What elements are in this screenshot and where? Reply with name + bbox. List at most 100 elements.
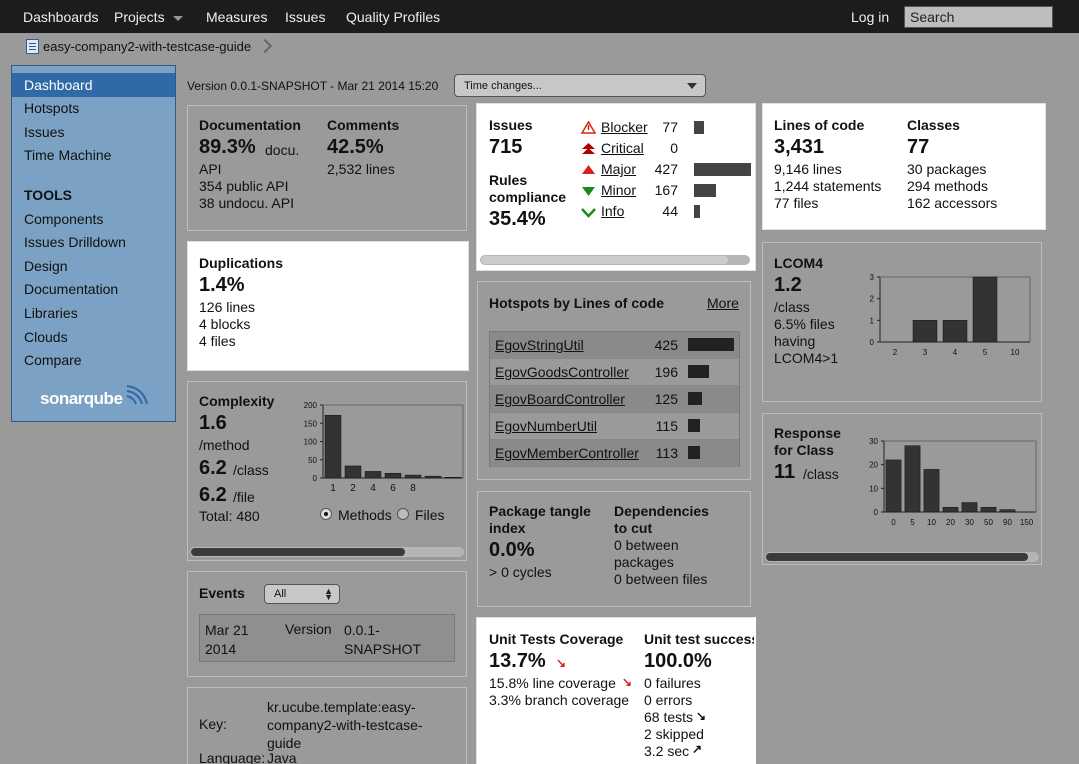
loc-files[interactable]: 77 files — [774, 195, 818, 211]
trend-down-red-icon: ↘ — [556, 656, 567, 670]
test-errors[interactable]: 0 errors — [644, 692, 692, 708]
comment-lines[interactable]: 2,532 lines — [327, 161, 395, 177]
lcom4-distribution-chart: 0 1 2 3 2 3 4 5 10 — [870, 273, 1031, 357]
minor-icon — [581, 184, 596, 197]
search-input[interactable] — [904, 6, 1053, 28]
severity-critical-link[interactable]: Critical — [601, 140, 644, 156]
sidebar-item-compare[interactable]: Compare — [24, 352, 82, 368]
duplicated-blocks[interactable]: 4 blocks — [199, 316, 250, 332]
dependencies-packages[interactable]: 0 between packages — [614, 537, 704, 571]
classes-methods[interactable]: 294 methods — [907, 178, 988, 194]
severity-minor-count[interactable]: 167 — [642, 182, 678, 198]
chart-bar — [912, 320, 938, 343]
classes-accessors[interactable]: 162 accessors — [907, 195, 997, 211]
coverage-title: Unit Tests Coverage — [489, 631, 624, 647]
severity-blocker-link[interactable]: Blocker — [601, 119, 648, 135]
severity-info-link[interactable]: Info — [601, 203, 624, 219]
chart-x-tick-label: 4 — [953, 348, 958, 357]
issues-count[interactable]: 715 — [489, 136, 522, 159]
radio-files[interactable] — [397, 508, 409, 520]
nav-measures[interactable]: Measures — [206, 9, 267, 25]
complexity-file-value[interactable]: 6.2 — [199, 484, 227, 507]
classes-value[interactable]: 77 — [907, 136, 929, 159]
branch-coverage[interactable]: 3.3% branch coverage — [489, 692, 629, 708]
hotspot-file-link[interactable]: EgovNumberUtil — [495, 418, 597, 434]
loc-value[interactable]: 3,431 — [774, 136, 824, 159]
test-count[interactable]: 68 tests — [644, 709, 693, 725]
sidebar-item-dashboard[interactable]: Dashboard — [24, 77, 93, 93]
top-navigation-bar: Dashboards Projects Measures Issues Qual… — [0, 0, 1079, 33]
radio-files-label: Files — [415, 507, 445, 523]
complexity-distribution-chart: 0 50 100 150 200 1 2 4 6 8 — [304, 401, 464, 494]
dependencies-files[interactable]: 0 between files — [614, 571, 707, 587]
sidebar-item-components[interactable]: Components — [24, 211, 103, 227]
complexity-scrollbar[interactable] — [191, 548, 405, 556]
time-changes-select[interactable]: Time changes... — [454, 74, 706, 97]
hotspot-file-link[interactable]: EgovMemberController — [495, 445, 639, 461]
severity-blocker-count[interactable]: 77 — [642, 119, 678, 135]
sidebar-item-time-machine[interactable]: Time Machine — [24, 147, 111, 163]
duplications-pct[interactable]: 1.4% — [199, 274, 245, 297]
rules-compliance-value[interactable]: 35.4% — [489, 208, 546, 231]
line-coverage[interactable]: 15.8% line coverage — [489, 675, 616, 691]
sidebar-item-libraries[interactable]: Libraries — [24, 305, 78, 321]
sidebar-item-clouds[interactable]: Clouds — [24, 329, 68, 345]
severity-minor-link[interactable]: Minor — [601, 182, 636, 198]
chart-bar — [972, 276, 998, 343]
events-filter-select[interactable]: All ▲ ▼ — [264, 584, 340, 604]
loc-statements[interactable]: 1,244 statements — [774, 178, 881, 194]
severity-info-bar — [694, 205, 700, 218]
sidebar-item-issues[interactable]: Issues — [24, 124, 64, 140]
comments-pct[interactable]: 42.5% — [327, 136, 384, 159]
test-skipped[interactable]: 2 skipped — [644, 726, 704, 742]
login-link[interactable]: Log in — [851, 9, 889, 25]
nav-dashboards[interactable]: Dashboards — [23, 9, 99, 25]
duplicated-lines[interactable]: 126 lines — [199, 299, 255, 315]
loc-lines[interactable]: 9,146 lines — [774, 161, 842, 177]
chart-y-tick-label: 0 — [313, 474, 318, 483]
public-api[interactable]: 354 public API — [199, 178, 289, 194]
chart-x-tick-label: 2 — [893, 348, 898, 357]
hotspots-more-link[interactable]: More — [707, 295, 739, 311]
tangle-pct[interactable]: 0.0% — [489, 539, 535, 562]
test-failures[interactable]: 0 failures — [644, 675, 701, 691]
lcom4-files-pct[interactable]: 6.5% files — [774, 316, 835, 332]
chart-x-tick-label: 0 — [891, 518, 896, 527]
test-duration[interactable]: 3.2 sec — [644, 743, 689, 759]
coverage-pct[interactable]: 13.7% — [489, 650, 546, 673]
rfc-value[interactable]: 11 — [774, 461, 795, 484]
complexity-class-value[interactable]: 6.2 — [199, 457, 227, 480]
sidebar-item-design[interactable]: Design — [24, 258, 68, 274]
sidebar-item-hotspots[interactable]: Hotspots — [24, 100, 79, 116]
hotspot-file-link[interactable]: EgovStringUtil — [495, 337, 584, 353]
undocumented-api[interactable]: 38 undocu. API — [199, 195, 294, 211]
hotspot-value: 196 — [654, 364, 678, 380]
severity-critical-count[interactable]: 0 — [642, 140, 678, 156]
documentation-pct[interactable]: 89.3% — [199, 136, 256, 159]
complexity-method-value[interactable]: 1.6 — [199, 412, 227, 435]
nav-quality-profiles[interactable]: Quality Profiles — [346, 9, 440, 25]
duplicated-files[interactable]: 4 files — [199, 333, 236, 349]
sidebar-item-documentation[interactable]: Documentation — [24, 281, 118, 297]
breadcrumb-project[interactable]: easy-company2-with-testcase-guide — [43, 39, 251, 54]
chart-x-tick-label: 10 — [1011, 348, 1020, 357]
hotspot-bar — [688, 419, 700, 432]
hotspot-file-link[interactable]: EgovBoardController — [495, 391, 625, 407]
tangle-cycles[interactable]: > 0 cycles — [489, 564, 552, 580]
coverage-right-edge — [754, 617, 756, 764]
rfc-scrollbar[interactable] — [766, 553, 1028, 561]
hotspot-value: 115 — [655, 418, 678, 434]
classes-packages[interactable]: 30 packages — [907, 161, 986, 177]
issues-scrollbar[interactable] — [481, 256, 728, 264]
severity-major-link[interactable]: Major — [601, 161, 636, 177]
sidebar-item-issues-drilldown[interactable]: Issues Drilldown — [24, 234, 126, 250]
severity-info-count[interactable]: 44 — [642, 203, 678, 219]
nav-issues[interactable]: Issues — [285, 9, 325, 25]
version-info: Version 0.0.1-SNAPSHOT - Mar 21 2014 15:… — [187, 79, 439, 93]
lcom4-value[interactable]: 1.2 — [774, 274, 802, 297]
hotspot-file-link[interactable]: EgovGoodsController — [495, 364, 629, 380]
nav-projects[interactable]: Projects — [114, 9, 183, 25]
test-success-pct[interactable]: 100.0% — [644, 650, 712, 673]
radio-methods[interactable] — [320, 508, 332, 520]
severity-major-count[interactable]: 427 — [642, 161, 678, 177]
